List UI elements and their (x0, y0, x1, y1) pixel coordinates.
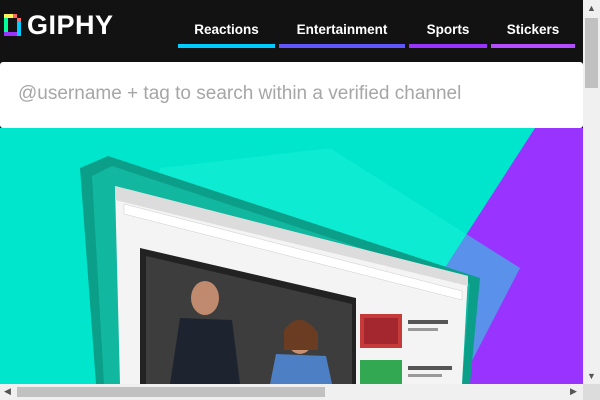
hero-illustration (80, 128, 583, 384)
search-bar (0, 62, 583, 128)
horizontal-scroll-thumb[interactable] (17, 387, 325, 397)
search-input[interactable] (18, 79, 558, 109)
scroll-right-icon[interactable]: ▶ (570, 387, 577, 396)
horizontal-scrollbar[interactable]: ◀ ▶ (0, 384, 583, 400)
hero-banner (0, 128, 583, 384)
top-header: GIPHY Reactions Entertainment Sports Sti… (0, 0, 583, 62)
main-nav: Reactions Entertainment Sports Stickers (178, 0, 575, 62)
nav-item-label: Stickers (506, 22, 560, 37)
scroll-down-icon[interactable]: ▼ (587, 372, 596, 381)
nav-item-entertainment[interactable]: Entertainment (279, 0, 405, 62)
nav-item-label: Reactions (194, 22, 259, 37)
scroll-up-icon[interactable]: ▲ (587, 4, 596, 13)
giphy-logo[interactable]: GIPHY (4, 10, 114, 40)
nav-underline (409, 44, 487, 48)
nav-underline (491, 44, 575, 48)
scrollbar-corner (583, 384, 600, 400)
giphy-logo-icon (4, 14, 21, 36)
vertical-scrollbar[interactable]: ▲ ▼ (583, 0, 600, 384)
nav-item-reactions[interactable]: Reactions (178, 0, 275, 62)
nav-underline (279, 44, 405, 48)
nav-item-stickers[interactable]: Stickers (491, 0, 575, 62)
nav-item-label: Sports (426, 22, 470, 37)
vertical-scroll-thumb[interactable] (585, 18, 598, 88)
nav-underline (178, 44, 275, 48)
scroll-left-icon[interactable]: ◀ (4, 387, 11, 396)
nav-item-sports[interactable]: Sports (409, 0, 487, 62)
nav-item-label: Entertainment (296, 22, 388, 37)
brand-name: GIPHY (27, 10, 114, 40)
